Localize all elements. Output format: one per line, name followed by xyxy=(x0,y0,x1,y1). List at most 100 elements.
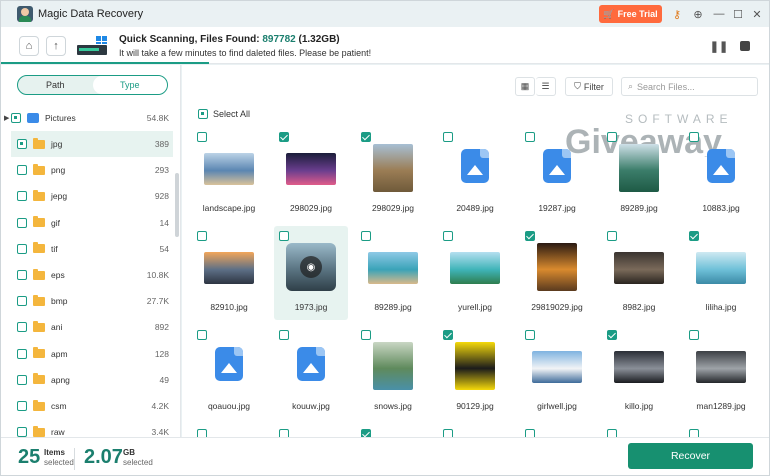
tree-item-checkbox[interactable] xyxy=(17,427,27,438)
file-checkbox[interactable] xyxy=(279,132,289,142)
tree-item-checkbox[interactable] xyxy=(17,165,27,176)
back-button[interactable]: ↑ xyxy=(46,36,66,56)
file-checkbox[interactable] xyxy=(197,132,207,142)
file-checkbox[interactable] xyxy=(525,429,535,437)
file-tile[interactable]: 8982.jpg xyxy=(602,226,676,320)
grid-view-button[interactable]: ▦ xyxy=(515,77,535,96)
filter-button[interactable]: ⛉ Filter xyxy=(565,77,613,96)
file-checkbox[interactable] xyxy=(361,429,371,437)
select-all[interactable]: Select All xyxy=(198,109,250,119)
file-checkbox[interactable] xyxy=(443,132,453,142)
tree-item-csm[interactable]: csm 4.2K xyxy=(11,393,173,419)
tree-item-checkbox[interactable] xyxy=(17,322,27,333)
list-view-button[interactable]: ☰ xyxy=(536,77,556,96)
tree-item-checkbox[interactable] xyxy=(17,270,27,280)
tree-item-checkbox[interactable] xyxy=(17,217,27,228)
file-checkbox[interactable] xyxy=(689,429,699,437)
maximize-icon[interactable]: ☐ xyxy=(730,6,746,22)
tree-item-eps[interactable]: eps 10.8K xyxy=(11,262,173,288)
tree-item-jepg[interactable]: jepg 928 xyxy=(11,183,173,209)
minimize-icon[interactable]: — xyxy=(711,6,727,22)
file-tile[interactable]: 89289.jpg xyxy=(602,127,676,221)
pause-button[interactable]: ❚❚ xyxy=(709,36,729,56)
file-tile[interactable]: 19287.jpg xyxy=(520,127,594,221)
tree-item-checkbox[interactable] xyxy=(17,401,27,411)
tree-item-checkbox[interactable] xyxy=(17,374,27,385)
file-checkbox[interactable] xyxy=(279,429,289,437)
file-tile[interactable]: kouuw.jpg xyxy=(274,325,348,419)
tree-item-checkbox[interactable] xyxy=(17,296,27,307)
file-checkbox[interactable] xyxy=(279,231,289,241)
home-button[interactable]: ⌂ xyxy=(19,36,39,56)
file-tile[interactable]: 29819029.jpg xyxy=(520,226,594,320)
file-checkbox[interactable] xyxy=(607,132,617,142)
tree-item-tif[interactable]: tif 54 xyxy=(11,236,173,262)
file-tile[interactable]: girlwell.jpg xyxy=(520,325,594,419)
recover-button[interactable]: Recover xyxy=(628,443,753,469)
tree-item-gif[interactable]: gif 14 xyxy=(11,210,173,236)
file-checkbox[interactable] xyxy=(279,330,289,340)
file-checkbox[interactable] xyxy=(197,231,207,241)
file-tile[interactable]: 82910.jpg xyxy=(192,226,266,320)
scan-progress-bar xyxy=(1,62,209,64)
file-tile[interactable]: 90129.jpg xyxy=(438,325,512,419)
file-tile[interactable]: qoauou.jpg xyxy=(192,325,266,419)
tree-item-bmp[interactable]: bmp 27.7K xyxy=(11,288,173,314)
tree-item-checkbox[interactable] xyxy=(17,191,27,202)
search-input[interactable]: ⌕ Search Files... xyxy=(621,77,758,96)
file-tile[interactable]: 20489.jpg xyxy=(438,127,512,221)
file-tile[interactable]: 298029.jpg xyxy=(356,127,430,221)
preview-eye-icon[interactable]: ◉ xyxy=(300,256,322,278)
file-tile[interactable]: yurell.jpg xyxy=(438,226,512,320)
file-checkbox[interactable] xyxy=(361,231,371,241)
file-tile[interactable]: landscape.jpg xyxy=(192,127,266,221)
file-tile[interactable]: killo.jpg xyxy=(602,325,676,419)
free-trial-button[interactable]: 🛒 Free Trial xyxy=(599,5,662,23)
tree-item-checkbox[interactable] xyxy=(17,139,27,149)
select-all-checkbox[interactable] xyxy=(198,109,208,119)
file-checkbox[interactable] xyxy=(197,429,207,437)
file-tile[interactable]: liliha.jpg xyxy=(684,226,758,320)
tree-item-checkbox[interactable] xyxy=(17,348,27,359)
feedback-icon[interactable]: ⊕ xyxy=(690,6,706,22)
file-checkbox[interactable] xyxy=(607,330,617,340)
tree-item-ani[interactable]: ani 892 xyxy=(11,314,173,340)
file-checkbox[interactable] xyxy=(361,330,371,340)
file-checkbox[interactable] xyxy=(689,330,699,340)
expand-arrow-icon[interactable]: ▶ xyxy=(4,114,9,122)
file-checkbox[interactable] xyxy=(443,429,453,437)
pictures-checkbox[interactable] xyxy=(11,113,21,123)
tab-path[interactable]: Path xyxy=(18,76,93,94)
file-checkbox[interactable] xyxy=(689,132,699,142)
file-tile[interactable]: 298029.jpg xyxy=(274,127,348,221)
tree-item-jpg[interactable]: jpg 389 xyxy=(11,131,173,157)
file-name: landscape.jpg xyxy=(202,203,256,213)
footer-bar: 25 Items selected 2.07 GB selected Recov… xyxy=(1,437,769,475)
file-checkbox[interactable] xyxy=(607,429,617,437)
file-checkbox[interactable] xyxy=(443,330,453,340)
close-icon[interactable]: ✕ xyxy=(749,6,765,22)
file-tile[interactable]: man1289.jpg xyxy=(684,325,758,419)
tree-item-apm[interactable]: apm 128 xyxy=(11,341,173,367)
tree-item-apng[interactable]: apng 49 xyxy=(11,367,173,393)
file-checkbox[interactable] xyxy=(689,231,699,241)
tab-type[interactable]: Type xyxy=(92,76,167,94)
tree-item-checkbox[interactable] xyxy=(17,243,27,254)
file-checkbox[interactable] xyxy=(525,132,535,142)
tree-item-label: raw xyxy=(51,427,65,438)
file-tile[interactable]: 10883.jpg xyxy=(684,127,758,221)
file-checkbox[interactable] xyxy=(525,231,535,241)
file-checkbox[interactable] xyxy=(197,330,207,340)
file-tile[interactable]: ◉ 1973.jpg xyxy=(274,226,348,320)
sidebar-scrollbar[interactable] xyxy=(175,173,179,237)
file-checkbox[interactable] xyxy=(607,231,617,241)
tree-root-pictures[interactable]: ▶ Pictures 54.8K xyxy=(4,105,173,131)
file-checkbox[interactable] xyxy=(361,132,371,142)
file-checkbox[interactable] xyxy=(443,231,453,241)
stop-button[interactable] xyxy=(735,36,755,56)
key-icon[interactable]: ⚷ xyxy=(669,6,685,22)
file-tile[interactable]: snows.jpg xyxy=(356,325,430,419)
tree-item-png[interactable]: png 293 xyxy=(11,157,173,183)
file-checkbox[interactable] xyxy=(525,330,535,340)
file-tile[interactable]: 89289.jpg xyxy=(356,226,430,320)
